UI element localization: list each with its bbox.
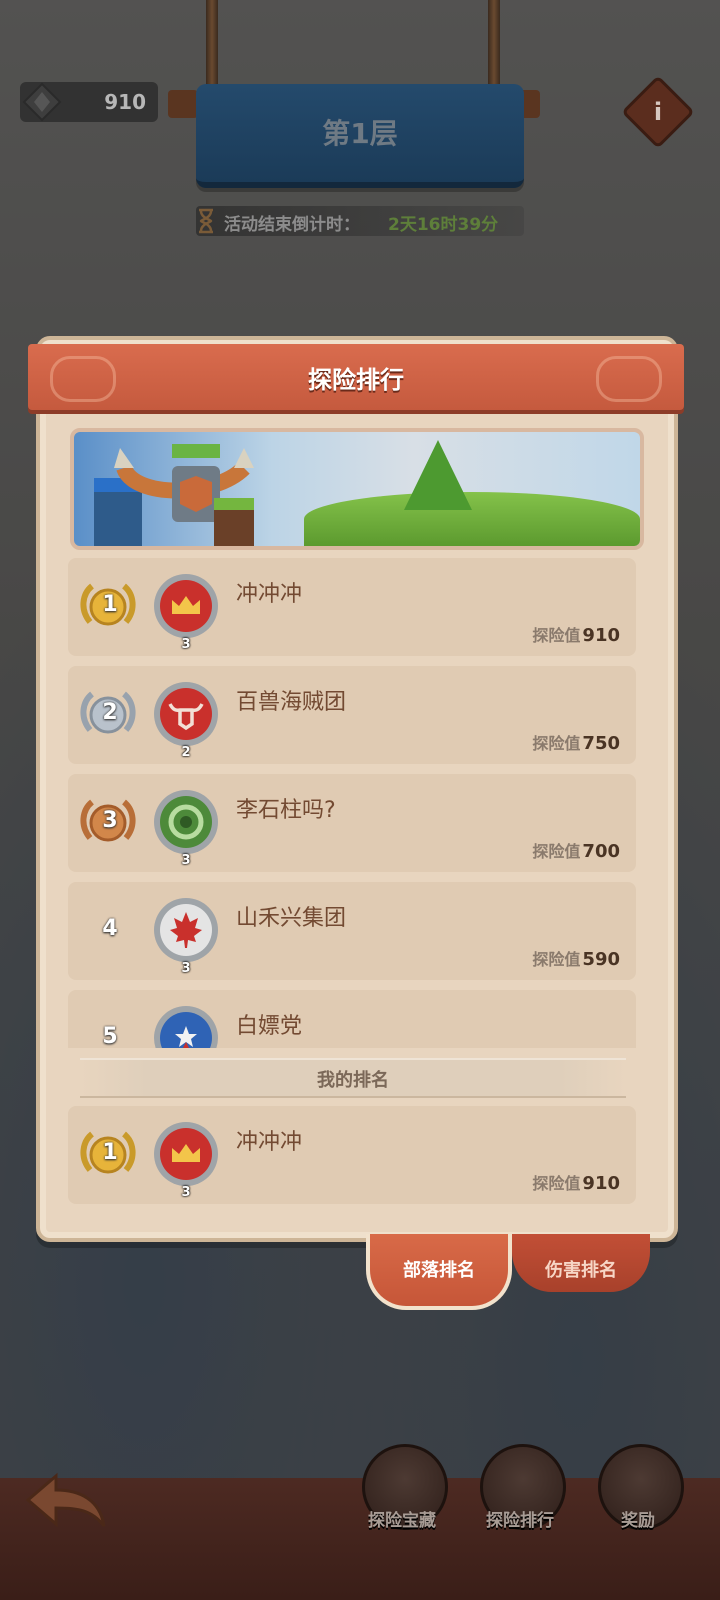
clan-name: 李石柱吗? bbox=[236, 798, 336, 823]
clan-name: 冲冲冲 bbox=[236, 1130, 303, 1155]
emblem-level-wrap: 3 bbox=[152, 1120, 220, 1200]
emblem-level-wrap: 2 bbox=[152, 680, 220, 760]
score-value: 590 bbox=[582, 949, 620, 970]
countdown-time: 2天16时39分 bbox=[388, 215, 499, 235]
panel-title: 探险排行 bbox=[308, 366, 404, 394]
ranking-row[interactable]: 4 3 山禾兴集团 探险值 590 bbox=[68, 882, 636, 980]
rank-number: 4 bbox=[102, 916, 118, 941]
tab-clan-ranking[interactable]: 部落排名 bbox=[366, 1234, 512, 1310]
emblem-level: 3 bbox=[181, 961, 191, 976]
emblem-level-wrap: 3 bbox=[152, 572, 220, 652]
score-value: 910 bbox=[582, 625, 620, 646]
emblem-level-wrap: 3 bbox=[152, 896, 220, 976]
nav-label: 探险排行 bbox=[486, 1511, 554, 1531]
ranking-row[interactable]: 1 3 冲冲冲 探险值 910 bbox=[68, 558, 636, 656]
star-emblem-icon bbox=[154, 1006, 218, 1048]
my-rank-divider: 我的排名 bbox=[80, 1058, 626, 1098]
score-value: 700 bbox=[582, 841, 620, 862]
floor-banner: 第1层 bbox=[196, 84, 524, 188]
rank-number: 1 bbox=[102, 592, 118, 617]
clan-name: 冲冲冲 bbox=[236, 582, 303, 607]
clan-name: 百兽海贼团 bbox=[236, 690, 347, 715]
tab-damage-ranking[interactable]: 伤害排名 bbox=[512, 1234, 650, 1292]
emblem-level: 3 bbox=[181, 637, 191, 652]
event-countdown: 活动结束倒计时： 2天16时39分 bbox=[196, 206, 524, 236]
panel-title-ribbon: 探险排行 bbox=[28, 344, 684, 410]
score-label: 探险值 bbox=[532, 626, 581, 645]
grass-hill bbox=[304, 492, 640, 546]
pine-tree bbox=[404, 440, 472, 510]
tab-label: 伤害排名 bbox=[545, 1260, 617, 1281]
ranking-row[interactable]: 2 2 百兽海贼团 探险值 750 bbox=[68, 666, 636, 764]
ranking-row[interactable]: 3 3 李石柱吗? 探险值 700 bbox=[68, 774, 636, 872]
hero-banner-image bbox=[70, 428, 644, 550]
banner-knob-left bbox=[168, 90, 198, 118]
emblem-level: 2 bbox=[181, 745, 191, 760]
score-line: 探险值 910 bbox=[532, 1170, 620, 1194]
score-label: 探险值 bbox=[532, 1174, 581, 1193]
nav-rewards-button[interactable]: 奖励 bbox=[592, 1444, 684, 1554]
emblem-level: 3 bbox=[181, 853, 191, 868]
ranking-list[interactable]: 1 3 冲冲冲 探险值 910 2 2 百兽海贼团 探险值 750 3 3 李石… bbox=[66, 556, 640, 1048]
tab-label: 部落排名 bbox=[403, 1260, 475, 1281]
resource-value: 910 bbox=[104, 90, 146, 114]
rank-number: 1 bbox=[102, 1140, 118, 1165]
my-ranking-row[interactable]: 1 3 冲冲冲 探险值 910 bbox=[68, 1106, 636, 1204]
my-rank-label: 我的排名 bbox=[317, 1070, 389, 1091]
nav-label: 奖励 bbox=[621, 1511, 655, 1531]
resource-counter: 910 bbox=[20, 82, 158, 122]
hourglass-icon bbox=[199, 208, 213, 234]
score-value: 910 bbox=[582, 1173, 620, 1194]
score-line: 探险值 750 bbox=[532, 730, 620, 754]
emblem-level: 3 bbox=[181, 1185, 191, 1200]
rank-number: 2 bbox=[102, 700, 118, 725]
nav-treasure-button[interactable]: 探险宝藏 bbox=[356, 1444, 448, 1554]
banner-rope-left bbox=[206, 0, 218, 88]
clan-name: 山禾兴集团 bbox=[236, 906, 347, 931]
score-label: 探险值 bbox=[532, 842, 581, 861]
back-arrow-icon[interactable] bbox=[20, 1470, 110, 1536]
score-line: 探险值 910 bbox=[532, 622, 620, 646]
rank-number: 5 bbox=[102, 1024, 118, 1048]
score-label: 探险值 bbox=[532, 734, 581, 753]
rank-number: 3 bbox=[102, 808, 118, 833]
score-value: 750 bbox=[582, 733, 620, 754]
score-line: 探险值 590 bbox=[532, 946, 620, 970]
floor-title: 第1层 bbox=[322, 117, 398, 150]
clan-name: 白嫖党 bbox=[236, 1014, 303, 1039]
nav-ranking-button[interactable]: 探险排行 bbox=[474, 1444, 566, 1554]
ranking-row[interactable]: 5 白嫖党 bbox=[68, 990, 636, 1048]
info-icon: i bbox=[653, 98, 663, 126]
horned-statue-icon bbox=[94, 444, 254, 546]
nav-label: 探险宝藏 bbox=[368, 1511, 436, 1531]
emblem-level-wrap: 3 bbox=[152, 788, 220, 868]
countdown-label: 活动结束倒计时： bbox=[224, 215, 360, 235]
score-line: 探险值 700 bbox=[532, 838, 620, 862]
score-label: 探险值 bbox=[532, 950, 581, 969]
gem-icon bbox=[22, 82, 62, 122]
banner-rope-right bbox=[488, 0, 500, 88]
